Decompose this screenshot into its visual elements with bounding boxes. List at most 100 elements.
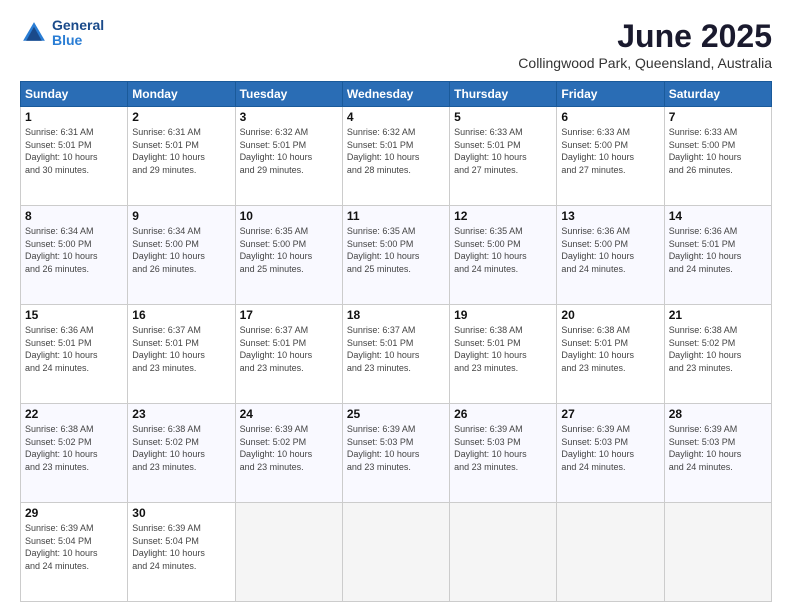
calendar-cell: 24 Sunrise: 6:39 AM Sunset: 5:02 PM Dayli… [235, 404, 342, 503]
calendar-cell: 6Sunrise: 6:33 AM Sunset: 5:00 PM Daylig… [557, 107, 664, 206]
calendar-cell [557, 503, 664, 602]
calendar-cell: 1 Sunrise: 6:31 AM Sunset: 5:01 PM Daylig… [21, 107, 128, 206]
calendar-cell: 19 Sunrise: 6:38 AM Sunset: 5:01 PM Dayli… [450, 305, 557, 404]
logo-text: General Blue [52, 18, 104, 49]
logo-line2: Blue [52, 33, 104, 48]
day-number: 29 [25, 506, 123, 520]
day-number: 19 [454, 308, 552, 322]
day-info: Sunrise: 6:32 AM Sunset: 5:01 PM Dayligh… [347, 126, 445, 176]
calendar-table: SundayMondayTuesdayWednesdayThursdayFrid… [20, 81, 772, 602]
calendar-cell: 23 Sunrise: 6:38 AM Sunset: 5:02 PM Dayli… [128, 404, 235, 503]
weekday-header-friday: Friday [557, 82, 664, 107]
day-info: Sunrise: 6:33 AM Sunset: 5:00 PM Dayligh… [669, 126, 767, 176]
day-info: Sunrise: 6:36 AM Sunset: 5:01 PM Dayligh… [25, 324, 123, 374]
calendar-cell: 28Sunrise: 6:39 AM Sunset: 5:03 PM Dayli… [664, 404, 771, 503]
calendar-cell: 13Sunrise: 6:36 AM Sunset: 5:00 PM Dayli… [557, 206, 664, 305]
day-info: Sunrise: 6:39 AM Sunset: 5:03 PM Dayligh… [561, 423, 659, 473]
calendar-cell: 29Sunrise: 6:39 AM Sunset: 5:04 PM Dayli… [21, 503, 128, 602]
day-info: Sunrise: 6:33 AM Sunset: 5:01 PM Dayligh… [454, 126, 552, 176]
day-number: 20 [561, 308, 659, 322]
day-number: 13 [561, 209, 659, 223]
day-number: 7 [669, 110, 767, 124]
day-info: Sunrise: 6:38 AM Sunset: 5:02 PM Dayligh… [669, 324, 767, 374]
weekday-header-tuesday: Tuesday [235, 82, 342, 107]
day-number: 3 [240, 110, 338, 124]
calendar-cell: 10 Sunrise: 6:35 AM Sunset: 5:00 PM Dayli… [235, 206, 342, 305]
day-info: Sunrise: 6:35 AM Sunset: 5:00 PM Dayligh… [454, 225, 552, 275]
calendar-cell: 5Sunrise: 6:33 AM Sunset: 5:01 PM Daylig… [450, 107, 557, 206]
calendar-cell: 21 Sunrise: 6:38 AM Sunset: 5:02 PM Dayli… [664, 305, 771, 404]
weekday-header-saturday: Saturday [664, 82, 771, 107]
calendar-cell: 15 Sunrise: 6:36 AM Sunset: 5:01 PM Dayli… [21, 305, 128, 404]
day-number: 30 [132, 506, 230, 520]
weekday-header-sunday: Sunday [21, 82, 128, 107]
day-number: 21 [669, 308, 767, 322]
day-number: 1 [25, 110, 123, 124]
day-info: Sunrise: 6:34 AM Sunset: 5:00 PM Dayligh… [25, 225, 123, 275]
day-info: Sunrise: 6:34 AM Sunset: 5:00 PM Dayligh… [132, 225, 230, 275]
calendar-cell [664, 503, 771, 602]
calendar-cell: 4 Sunrise: 6:32 AM Sunset: 5:01 PM Daylig… [342, 107, 449, 206]
header: General Blue June 2025 Collingwood Park,… [20, 18, 772, 71]
day-number: 9 [132, 209, 230, 223]
day-number: 8 [25, 209, 123, 223]
day-info: Sunrise: 6:35 AM Sunset: 5:00 PM Dayligh… [240, 225, 338, 275]
day-info: Sunrise: 6:39 AM Sunset: 5:02 PM Dayligh… [240, 423, 338, 473]
calendar-cell: 22Sunrise: 6:38 AM Sunset: 5:02 PM Dayli… [21, 404, 128, 503]
calendar-cell: 27 Sunrise: 6:39 AM Sunset: 5:03 PM Dayli… [557, 404, 664, 503]
calendar-cell: 17 Sunrise: 6:37 AM Sunset: 5:01 PM Dayli… [235, 305, 342, 404]
calendar-cell: 25Sunrise: 6:39 AM Sunset: 5:03 PM Dayli… [342, 404, 449, 503]
day-info: Sunrise: 6:37 AM Sunset: 5:01 PM Dayligh… [240, 324, 338, 374]
day-number: 17 [240, 308, 338, 322]
calendar-cell: 8 Sunrise: 6:34 AM Sunset: 5:00 PM Daylig… [21, 206, 128, 305]
calendar-cell: 9 Sunrise: 6:34 AM Sunset: 5:00 PM Daylig… [128, 206, 235, 305]
day-info: Sunrise: 6:37 AM Sunset: 5:01 PM Dayligh… [132, 324, 230, 374]
calendar-cell [235, 503, 342, 602]
day-info: Sunrise: 6:38 AM Sunset: 5:02 PM Dayligh… [132, 423, 230, 473]
day-info: Sunrise: 6:37 AM Sunset: 5:01 PM Dayligh… [347, 324, 445, 374]
day-number: 12 [454, 209, 552, 223]
calendar-week-1: 1 Sunrise: 6:31 AM Sunset: 5:01 PM Daylig… [21, 107, 772, 206]
day-number: 18 [347, 308, 445, 322]
weekday-header-wednesday: Wednesday [342, 82, 449, 107]
day-number: 24 [240, 407, 338, 421]
day-info: Sunrise: 6:39 AM Sunset: 5:03 PM Dayligh… [669, 423, 767, 473]
day-info: Sunrise: 6:31 AM Sunset: 5:01 PM Dayligh… [25, 126, 123, 176]
day-info: Sunrise: 6:38 AM Sunset: 5:01 PM Dayligh… [454, 324, 552, 374]
logo: General Blue [20, 18, 104, 49]
day-info: Sunrise: 6:39 AM Sunset: 5:03 PM Dayligh… [454, 423, 552, 473]
month-title: June 2025 [518, 18, 772, 55]
weekday-header-monday: Monday [128, 82, 235, 107]
calendar-week-3: 15 Sunrise: 6:36 AM Sunset: 5:01 PM Dayli… [21, 305, 772, 404]
calendar-cell [450, 503, 557, 602]
day-number: 23 [132, 407, 230, 421]
day-number: 6 [561, 110, 659, 124]
day-info: Sunrise: 6:35 AM Sunset: 5:00 PM Dayligh… [347, 225, 445, 275]
page: General Blue June 2025 Collingwood Park,… [0, 0, 792, 612]
day-number: 27 [561, 407, 659, 421]
calendar-cell: 14 Sunrise: 6:36 AM Sunset: 5:01 PM Dayli… [664, 206, 771, 305]
day-number: 4 [347, 110, 445, 124]
day-info: Sunrise: 6:38 AM Sunset: 5:02 PM Dayligh… [25, 423, 123, 473]
day-number: 11 [347, 209, 445, 223]
calendar-cell: 20Sunrise: 6:38 AM Sunset: 5:01 PM Dayli… [557, 305, 664, 404]
day-number: 10 [240, 209, 338, 223]
calendar-cell: 7 Sunrise: 6:33 AM Sunset: 5:00 PM Daylig… [664, 107, 771, 206]
weekday-header-thursday: Thursday [450, 82, 557, 107]
day-number: 14 [669, 209, 767, 223]
calendar-cell: 16Sunrise: 6:37 AM Sunset: 5:01 PM Dayli… [128, 305, 235, 404]
location-title: Collingwood Park, Queensland, Australia [518, 55, 772, 71]
day-info: Sunrise: 6:39 AM Sunset: 5:04 PM Dayligh… [132, 522, 230, 572]
day-number: 15 [25, 308, 123, 322]
day-info: Sunrise: 6:32 AM Sunset: 5:01 PM Dayligh… [240, 126, 338, 176]
day-info: Sunrise: 6:39 AM Sunset: 5:03 PM Dayligh… [347, 423, 445, 473]
day-number: 26 [454, 407, 552, 421]
day-info: Sunrise: 6:31 AM Sunset: 5:01 PM Dayligh… [132, 126, 230, 176]
calendar-cell [342, 503, 449, 602]
day-info: Sunrise: 6:36 AM Sunset: 5:01 PM Dayligh… [669, 225, 767, 275]
title-block: June 2025 Collingwood Park, Queensland, … [518, 18, 772, 71]
logo-icon [20, 19, 48, 47]
logo-line1: General [52, 18, 104, 33]
calendar-week-2: 8 Sunrise: 6:34 AM Sunset: 5:00 PM Daylig… [21, 206, 772, 305]
calendar-cell: 30 Sunrise: 6:39 AM Sunset: 5:04 PM Dayli… [128, 503, 235, 602]
